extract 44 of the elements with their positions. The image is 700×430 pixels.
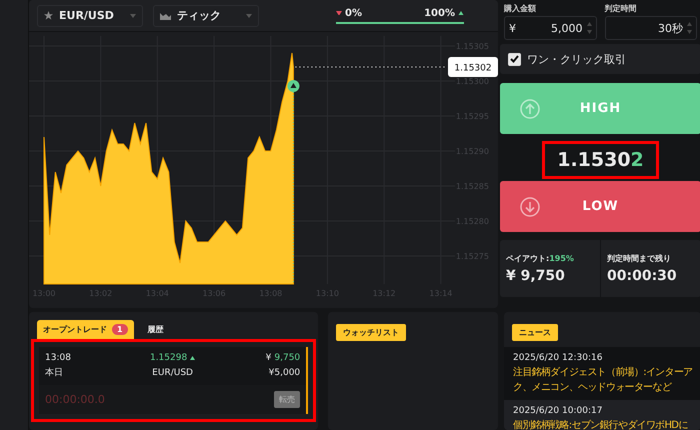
trade-amount: ¥5,000 (268, 366, 300, 379)
payout-amount: ¥ 9,750 (506, 268, 566, 284)
asset-select[interactable]: EUR/USD (37, 4, 143, 26)
buy-ratio: 100% (424, 8, 464, 18)
amount-field[interactable]: ¥ 5,000 (504, 16, 596, 40)
countdown: 00:00:00.0 (45, 393, 105, 406)
trade-time: 13:08 (45, 353, 72, 363)
caret-icon (246, 14, 252, 18)
news-item[interactable]: 2025/6/20 12:30:16 注目銘柄ダイジェスト（前場）:インターアク、メニコン、ヘッドウォーターなど (504, 347, 700, 400)
watchlist-title: ウォッチリスト (336, 324, 406, 341)
one-click-checkbox[interactable] (508, 52, 521, 66)
chart-type-select[interactable]: ティック (153, 4, 259, 26)
trade-tab[interactable]: 履歴 (142, 320, 170, 339)
payout-value: ¥ 9,750 (264, 353, 300, 363)
down-triangle-icon (336, 10, 342, 16)
remaining-label: 判定時間まで残り (607, 253, 672, 264)
count-badge: 1 (112, 324, 128, 335)
news-headline: 個別銘柄戦略:セブン銀行やダイワボHDに (513, 419, 689, 430)
spinner-icon (687, 22, 692, 34)
news-date: 2025/6/20 10:00:17 (513, 406, 604, 416)
price-tag: 1.15302 (448, 57, 498, 77)
one-click-label: ワン・クリック取引 (527, 52, 626, 66)
caret-icon (130, 14, 136, 18)
trade-tab[interactable]: オープントレード 1 (37, 320, 134, 339)
news-headline: 注目銘柄ダイジェスト（前場）:インターアク、メニコン、ヘッドウォーターなど (513, 366, 693, 394)
area-chart-icon (160, 12, 171, 20)
payout-label: ペイアウト:195% (506, 253, 575, 264)
amount-label: 購入金額 (504, 3, 537, 14)
trade-day: 本日 (45, 366, 130, 379)
trade-pair: EUR/USD (151, 366, 194, 379)
entry-price: 1.15298 (130, 353, 216, 363)
up-triangle-icon (458, 10, 464, 16)
star-icon (44, 11, 53, 20)
up-triangle-icon (190, 356, 196, 360)
news-item[interactable]: 2025/6/20 10:00:17 個別銘柄戦略:セブン銀行やダイワボHDに (504, 400, 700, 430)
low-button[interactable]: LOW (500, 181, 700, 232)
spinner-icon (586, 22, 592, 34)
current-price: 1.15302 (542, 141, 659, 179)
news-title: ニュース (512, 324, 558, 341)
remaining-time: 00:00:30 (607, 268, 678, 284)
sell-ratio: 0% (336, 8, 362, 18)
news-date: 2025/6/20 12:30:16 (513, 353, 604, 363)
duration-label: 判定時間 (604, 3, 638, 14)
duration-field[interactable]: 30秒 (604, 16, 697, 40)
